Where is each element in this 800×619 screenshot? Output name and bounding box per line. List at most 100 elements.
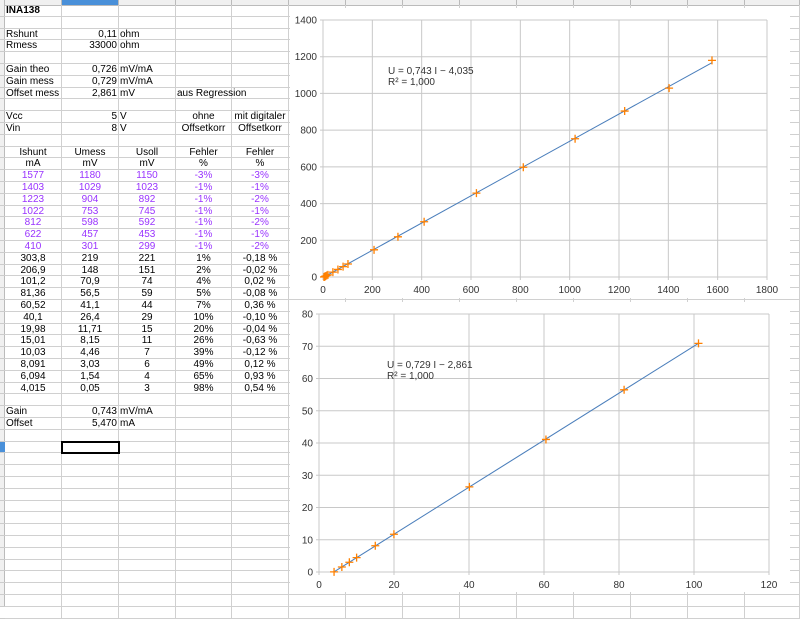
cell[interactable]: [176, 536, 232, 548]
cell[interactable]: mA: [119, 418, 176, 430]
cell[interactable]: mV/mA: [119, 75, 176, 88]
cell[interactable]: [5, 583, 62, 595]
cell[interactable]: 101,2: [5, 276, 62, 289]
cell[interactable]: 44: [119, 300, 176, 312]
cell[interactable]: mV: [62, 158, 119, 171]
cell[interactable]: [232, 559, 289, 572]
cell[interactable]: [176, 559, 232, 572]
cell[interactable]: 74: [119, 276, 176, 289]
cell[interactable]: 15: [119, 323, 176, 336]
cell[interactable]: [62, 512, 119, 525]
cell[interactable]: [232, 595, 289, 607]
cell[interactable]: Offsetkorr: [176, 123, 232, 135]
cell[interactable]: 1223: [5, 193, 62, 206]
cell[interactable]: [232, 40, 289, 53]
cell[interactable]: [5, 488, 62, 501]
cell[interactable]: Fehler: [176, 146, 232, 159]
cell[interactable]: [232, 453, 289, 466]
cell[interactable]: [119, 500, 176, 513]
cell[interactable]: 410: [5, 241, 62, 253]
cell[interactable]: 753: [62, 205, 119, 218]
cell[interactable]: [5, 524, 62, 536]
cell[interactable]: [62, 465, 119, 477]
cell[interactable]: 98%: [176, 382, 232, 395]
cell[interactable]: [232, 28, 289, 41]
cell[interactable]: 4%: [176, 276, 232, 289]
cell[interactable]: Vin: [5, 123, 62, 135]
cell[interactable]: 0,02 %: [232, 276, 289, 289]
cell[interactable]: [119, 583, 176, 595]
cell[interactable]: 7%: [176, 300, 232, 312]
cell[interactable]: 0,12 %: [232, 359, 289, 371]
cell[interactable]: 4,46: [62, 347, 119, 359]
cell[interactable]: [119, 595, 176, 607]
cell[interactable]: [176, 583, 232, 595]
cell[interactable]: 622: [5, 229, 62, 241]
cell[interactable]: -1%: [232, 205, 289, 218]
cell[interactable]: 26,4: [62, 311, 119, 324]
cell[interactable]: [176, 595, 232, 607]
cell[interactable]: [232, 583, 289, 595]
cell[interactable]: [403, 606, 460, 619]
cell[interactable]: 11: [119, 335, 176, 348]
cell[interactable]: Vcc: [5, 111, 62, 123]
cell[interactable]: 29: [119, 311, 176, 324]
cell[interactable]: 59: [119, 288, 176, 300]
cell[interactable]: 4: [119, 370, 176, 383]
cell[interactable]: -1%: [232, 182, 289, 194]
cell[interactable]: [745, 595, 800, 607]
cell[interactable]: -1%: [232, 229, 289, 241]
cell[interactable]: 4,015: [5, 382, 62, 395]
cell[interactable]: [62, 488, 119, 501]
cell[interactable]: [176, 418, 232, 430]
cell[interactable]: [176, 606, 232, 619]
cell[interactable]: -0,02 %: [232, 264, 289, 277]
cell[interactable]: [232, 488, 289, 501]
cell[interactable]: [119, 441, 176, 454]
cell[interactable]: mit digitaler: [232, 111, 289, 123]
cell[interactable]: 60,52: [5, 300, 62, 312]
cell[interactable]: -0,63 %: [232, 335, 289, 348]
cell[interactable]: 6: [119, 359, 176, 371]
cell[interactable]: 10%: [176, 311, 232, 324]
cell[interactable]: 0,36 %: [232, 300, 289, 312]
cell[interactable]: [176, 52, 232, 64]
cell[interactable]: 39%: [176, 347, 232, 359]
cell[interactable]: [119, 52, 176, 64]
cell[interactable]: 41,1: [62, 300, 119, 312]
cell[interactable]: 40,1: [5, 311, 62, 324]
cell[interactable]: 56,5: [62, 288, 119, 300]
cell[interactable]: [517, 606, 574, 619]
cell[interactable]: [176, 429, 232, 442]
cell[interactable]: 0,54 %: [232, 382, 289, 395]
cell[interactable]: [232, 606, 289, 619]
cell[interactable]: [688, 606, 745, 619]
cell[interactable]: [119, 536, 176, 548]
cell[interactable]: 3,03: [62, 359, 119, 371]
cell[interactable]: [232, 99, 289, 112]
cell[interactable]: -2%: [232, 241, 289, 253]
cell[interactable]: [176, 477, 232, 489]
cell[interactable]: [289, 606, 346, 619]
cell[interactable]: [176, 5, 232, 17]
cell[interactable]: [176, 406, 232, 418]
cell[interactable]: -2%: [232, 217, 289, 230]
cell[interactable]: [232, 134, 289, 147]
cell[interactable]: [232, 406, 289, 418]
cell[interactable]: INA138: [5, 5, 62, 17]
cell[interactable]: -1%: [176, 229, 232, 241]
cell[interactable]: [232, 500, 289, 513]
cell[interactable]: [232, 16, 289, 29]
cell[interactable]: mV: [119, 87, 176, 100]
cell[interactable]: Gain theo: [5, 64, 62, 76]
cell[interactable]: [176, 40, 232, 53]
cell[interactable]: V: [119, 123, 176, 135]
cell[interactable]: 303,8: [5, 252, 62, 265]
cell[interactable]: [232, 441, 289, 454]
cell[interactable]: 70,9: [62, 276, 119, 289]
cell[interactable]: [5, 571, 62, 584]
cell[interactable]: [119, 559, 176, 572]
cell[interactable]: [176, 547, 232, 560]
cell[interactable]: [5, 559, 62, 572]
cell[interactable]: [119, 547, 176, 560]
